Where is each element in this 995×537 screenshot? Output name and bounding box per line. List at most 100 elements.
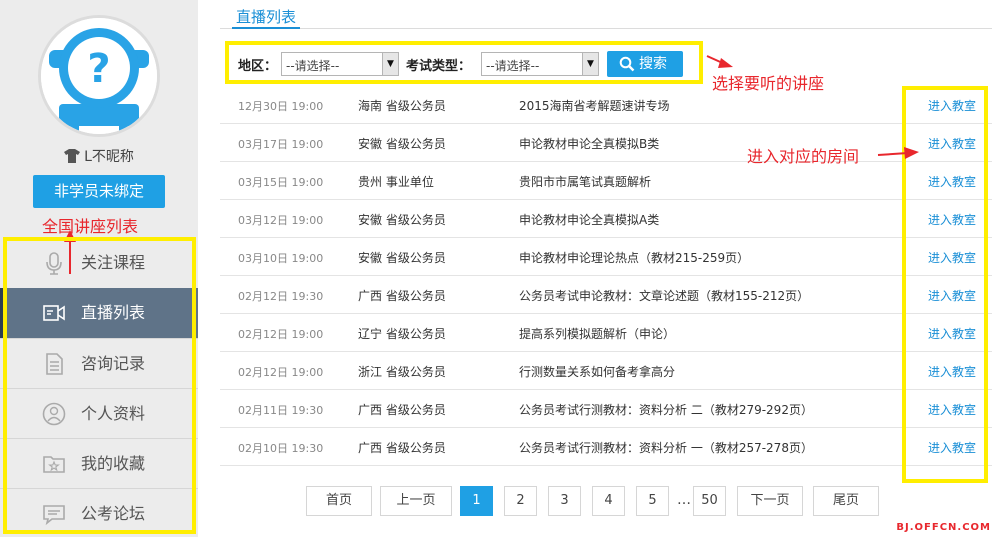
document-icon [46,353,63,375]
page-50-button[interactable]: 50 [693,486,726,516]
enter-classroom-link[interactable]: 进入教室 [928,249,976,266]
table-row: 03月15日 19:00 贵州 事业单位 贵阳市市属笔试真题解析 进入教室 [220,162,992,200]
enter-classroom-link[interactable]: 进入教室 [928,325,976,342]
lecture-title[interactable]: 申论教材申论全真模拟A类 [519,211,659,228]
annotation-lecture-list: 全国讲座列表 [42,217,139,236]
enter-classroom-link[interactable]: 进入教室 [928,97,976,114]
lecture-list: 12月30日 19:00 海南 省级公务员 2015海南省考解题速讲专场 进入教室 03… [220,86,992,466]
enter-classroom-link[interactable]: 进入教室 [928,439,976,456]
lecture-date: 02月12日 19:30 [238,290,324,303]
lecture-title[interactable]: 申论教材申论理论热点（教材215-259页） [519,249,749,266]
prev-page-button[interactable]: 上一页 [380,486,452,516]
page-root: ? L不昵称 非学员未绑定 全国讲座列表 关注课程 直播列表 咨询记录 个人资料… [0,0,995,537]
nickname-row: L不昵称 [0,146,198,166]
sidebar-item-profile[interactable]: 个人资料 [0,388,198,438]
sidebar-item-followed-courses[interactable]: 关注课程 [0,238,198,288]
pagination-ellipsis: … [677,492,691,508]
microphone-icon [46,252,62,275]
sidebar-item-label: 咨询记录 [81,354,146,373]
lecture-date: 02月12日 19:00 [238,366,324,379]
page-3-button[interactable]: 3 [548,486,581,516]
lecture-title[interactable]: 申论教材申论全真模拟B类 [519,135,659,152]
lecture-region: 贵州 事业单位 [358,175,434,189]
region-select[interactable]: --请选择-- ▼ [281,52,399,76]
sidebar-item-label: 我的收藏 [81,454,146,473]
table-row: 02月12日 19:00 辽宁 省级公务员 提高系列模拟题解析（申论） 进入教室 [220,314,992,352]
table-row: 03月10日 19:00 安徽 省级公务员 申论教材申论理论热点（教材215-259… [220,238,992,276]
lecture-date: 03月15日 19:00 [238,176,324,189]
table-row: 02月12日 19:30 广西 省级公务员 公务员考试申论教材：文章论述题（教材15… [220,276,992,314]
last-page-button[interactable]: 尾页 [813,486,879,516]
table-row: 03月12日 19:00 安徽 省级公务员 申论教材申论全真模拟A类 进入教室 [220,200,992,238]
table-row: 12月30日 19:00 海南 省级公务员 2015海南省考解题速讲专场 进入教室 [220,86,992,124]
tab-live-list[interactable]: 直播列表 [232,6,301,29]
chevron-down-icon[interactable]: ▼ [382,53,398,75]
sidebar-item-favorites[interactable]: 我的收藏 [0,438,198,488]
next-page-button[interactable]: 下一页 [737,486,803,516]
lecture-region: 安徽 省级公务员 [358,137,446,151]
filter-bar: 地区： --请选择-- ▼ 考试类型： --请选择-- ▼ 搜索 [225,41,703,84]
annotation-arrow-icon [706,55,733,68]
lecture-date: 03月10日 19:00 [238,252,324,265]
video-icon [43,305,65,321]
page-4-button[interactable]: 4 [592,486,625,516]
tshirt-icon [64,149,81,163]
exam-type-select[interactable]: --请选择-- ▼ [481,52,599,76]
search-button-label: 搜索 [639,56,667,72]
sidebar-item-consult-records[interactable]: 咨询记录 [0,338,198,388]
enter-classroom-link[interactable]: 进入教室 [928,363,976,380]
lecture-title[interactable]: 公务员考试行测教材：资料分析 二（教材279-292页） [519,401,813,418]
lecture-title[interactable]: 提高系列模拟题解析（申论） [519,325,675,342]
lecture-region: 海南 省级公务员 [358,99,446,113]
lecture-title[interactable]: 行测数量关系如何备考拿高分 [519,363,675,380]
enter-classroom-link[interactable]: 进入教室 [928,135,976,152]
bind-student-button[interactable]: 非学员未绑定 [33,175,165,208]
user-icon [42,402,66,426]
search-icon [619,56,635,72]
exam-type-label: 考试类型： [406,59,472,74]
sidebar-item-label: 关注课程 [81,253,146,272]
annotation-arrow-icon [877,147,919,159]
svg-text:?: ? [87,46,110,92]
lecture-region: 安徽 省级公务员 [358,213,446,227]
first-page-button[interactable]: 首页 [306,486,372,516]
default-avatar-icon: ? [41,18,157,134]
favorites-folder-icon [43,456,65,473]
page-5-button[interactable]: 5 [636,486,669,516]
enter-classroom-link[interactable]: 进入教室 [928,287,976,304]
table-row: 02月10日 19:30 广西 省级公务员 公务员考试行测教材：资料分析 一（教材2… [220,428,992,466]
lecture-title[interactable]: 公务员考试行测教材：资料分析 一（教材257-278页） [519,439,813,456]
lecture-title[interactable]: 公务员考试申论教材：文章论述题（教材155-212页） [519,287,809,304]
table-row: 02月12日 19:00 浙江 省级公务员 行测数量关系如何备考拿高分 进入教室 [220,352,992,390]
lecture-date: 03月17日 19:00 [238,138,324,151]
tab-bar: 直播列表 [220,0,992,29]
exam-type-select-value: --请选择-- [486,59,540,73]
annotation-enter-room: 进入对应的房间 [747,147,860,166]
enter-classroom-link[interactable]: 进入教室 [928,211,976,228]
lecture-region: 广西 省级公务员 [358,403,446,417]
lecture-title[interactable]: 贵阳市市属笔试真题解析 [519,173,651,190]
nickname: L不昵称 [84,149,134,165]
lecture-region: 广西 省级公务员 [358,289,446,303]
watermark: BJ.OFFCN.COM [896,522,991,533]
region-label: 地区： [238,59,278,74]
page-2-button[interactable]: 2 [504,486,537,516]
enter-classroom-link[interactable]: 进入教室 [928,401,976,418]
chevron-down-icon[interactable]: ▼ [582,53,598,75]
sidebar-item-label: 个人资料 [81,404,146,423]
lecture-region: 安徽 省级公务员 [358,251,446,265]
enter-classroom-link[interactable]: 进入教室 [928,173,976,190]
sidebar-item-live-list[interactable]: 直播列表 [0,288,198,338]
table-row: 02月11日 19:30 广西 省级公务员 公务员考试行测教材：资料分析 二（教材2… [220,390,992,428]
lecture-region: 辽宁 省级公务员 [358,327,446,341]
lecture-region: 广西 省级公务员 [358,441,446,455]
sidebar: ? L不昵称 非学员未绑定 全国讲座列表 关注课程 直播列表 咨询记录 个人资料… [0,0,198,537]
avatar[interactable]: ? [38,15,160,137]
lecture-title[interactable]: 2015海南省考解题速讲专场 [519,97,670,114]
search-button[interactable]: 搜索 [607,51,683,77]
sidebar-item-label: 直播列表 [81,303,146,322]
region-select-value: --请选择-- [286,59,340,73]
lecture-date: 02月11日 19:30 [238,404,324,417]
lecture-region: 浙江 省级公务员 [358,365,446,379]
page-1-button[interactable]: 1 [460,486,493,516]
